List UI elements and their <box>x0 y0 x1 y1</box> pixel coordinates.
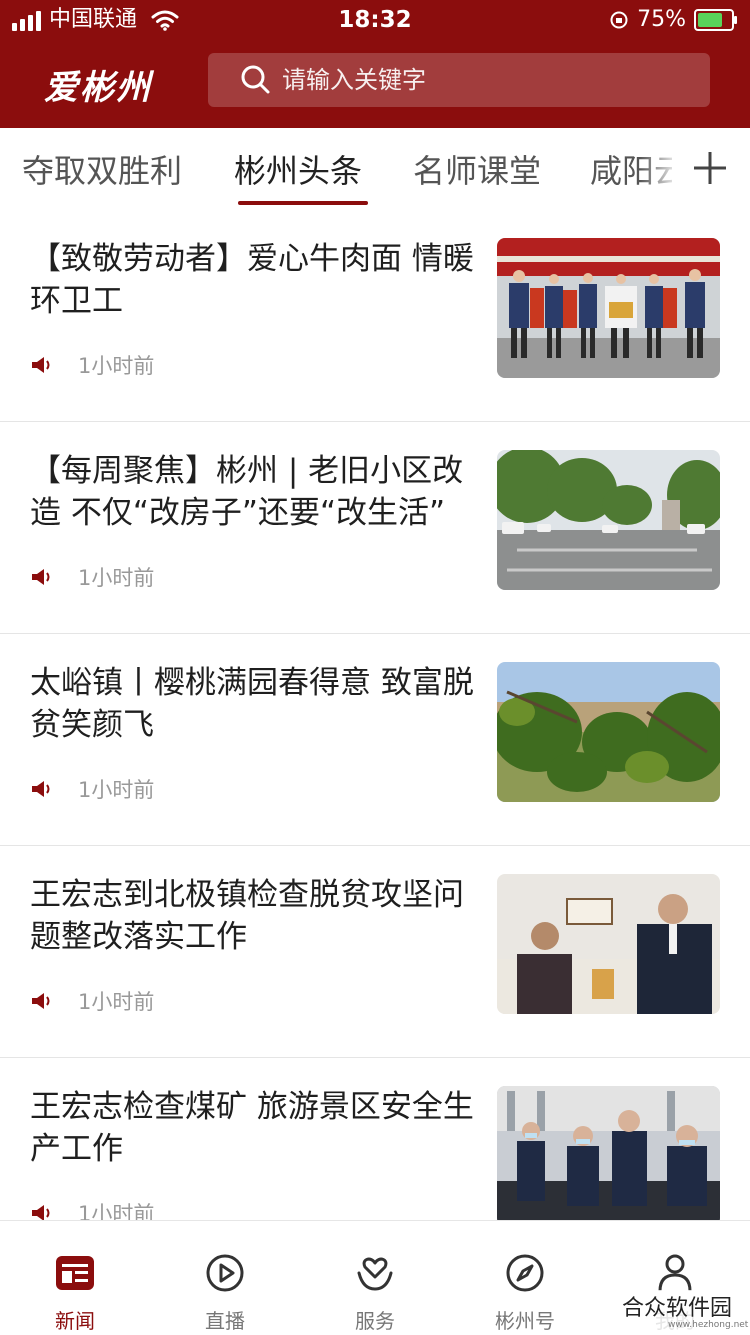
speaker-icon[interactable] <box>30 566 54 588</box>
battery-percent: 75% <box>637 7 686 32</box>
news-time: 1小时前 <box>78 1202 155 1220</box>
news-list: 【致敬劳动者】爱心牛肉面 情暖环卫工 1小时前 【每周聚焦】彬州 | 老旧小区改… <box>0 210 750 1220</box>
add-channel-icon[interactable] <box>690 148 730 188</box>
news-item[interactable]: 王宏志检查煤矿 旅游景区安全生产工作 1小时前 <box>0 1058 750 1220</box>
nav-live[interactable]: 直播 <box>150 1221 300 1335</box>
search-input[interactable] <box>280 65 664 95</box>
news-thumbnail-cherry-orchard <box>497 662 720 802</box>
nav-news-label: 新闻 <box>55 1309 95 1333</box>
tab-duoqu[interactable]: 夺取双胜利 <box>22 146 182 192</box>
watermark-title: 合众软件园 <box>622 1296 733 1321</box>
user-icon <box>658 1254 692 1292</box>
news-title: 【每周聚焦】彬州 | 老旧小区改造 不仅“改房子”还要“改生活” <box>30 453 464 531</box>
rotation-lock-icon <box>610 11 628 29</box>
active-tab-indicator <box>238 201 368 205</box>
tabs-fade <box>640 128 680 210</box>
status-bar: 中国联通 18:32 75% <box>0 0 750 40</box>
news-thumbnail-mine-safety <box>497 1086 720 1220</box>
compass-icon <box>506 1254 544 1292</box>
nav-news[interactable]: 新闻 <box>0 1221 150 1335</box>
speaker-icon[interactable] <box>30 778 54 800</box>
news-title: 王宏志检查煤矿 旅游景区安全生产工作 <box>30 1089 474 1167</box>
service-heart-icon <box>357 1257 393 1291</box>
news-time: 1小时前 <box>78 990 155 1014</box>
search-icon <box>241 65 270 94</box>
channel-tabs: 夺取双胜利 彬州头条 名师课堂 咸阳云 <box>0 128 750 210</box>
news-thumbnail-inspection <box>497 874 720 1014</box>
speaker-icon[interactable] <box>30 1202 54 1220</box>
news-time: 1小时前 <box>78 354 155 378</box>
speaker-icon[interactable] <box>30 990 54 1012</box>
news-item[interactable]: 王宏志到北极镇检查脱贫攻坚问题整改落实工作 1小时前 <box>0 846 750 1058</box>
news-title: 王宏志到北极镇检查脱贫攻坚问题整改落实工作 <box>30 877 464 955</box>
news-thumbnail-street <box>497 450 720 590</box>
speaker-icon[interactable] <box>30 354 54 376</box>
app-logo: 爱彬州 <box>44 68 152 108</box>
play-icon <box>206 1254 244 1292</box>
nav-binzhou-account-label: 彬州号 <box>495 1309 555 1333</box>
battery-icon <box>694 9 737 31</box>
search-bar[interactable] <box>208 53 710 107</box>
news-time: 1小时前 <box>78 778 155 802</box>
news-title: 太峪镇丨樱桃满园春得意 致富脱贫笑颜飞 <box>30 665 474 743</box>
nav-service[interactable]: 服务 <box>300 1221 450 1335</box>
tab-teacher-class[interactable]: 名师课堂 <box>413 146 541 192</box>
app-header: 中国联通 18:32 75% 爱彬州 <box>0 0 750 128</box>
watermark-url: www.hezhong.net <box>668 1320 749 1330</box>
news-item[interactable]: 【每周聚焦】彬州 | 老旧小区改造 不仅“改房子”还要“改生活” 1小时前 <box>0 422 750 634</box>
nav-service-label: 服务 <box>355 1309 395 1333</box>
news-title: 【致敬劳动者】爱心牛肉面 情暖环卫工 <box>30 241 474 319</box>
nav-binzhou-account[interactable]: 彬州号 <box>450 1221 600 1335</box>
news-thumbnail-workers <box>497 238 720 378</box>
news-item[interactable]: 【致敬劳动者】爱心牛肉面 情暖环卫工 1小时前 <box>0 210 750 422</box>
site-watermark: 合众软件园 www.hezhong.net <box>616 1290 750 1334</box>
news-icon <box>56 1256 94 1290</box>
news-time: 1小时前 <box>78 566 155 590</box>
news-item[interactable]: 太峪镇丨樱桃满园春得意 致富脱贫笑颜飞 1小时前 <box>0 634 750 846</box>
tab-binzhou-headlines[interactable]: 彬州头条 <box>234 146 362 192</box>
nav-live-label: 直播 <box>205 1309 245 1333</box>
